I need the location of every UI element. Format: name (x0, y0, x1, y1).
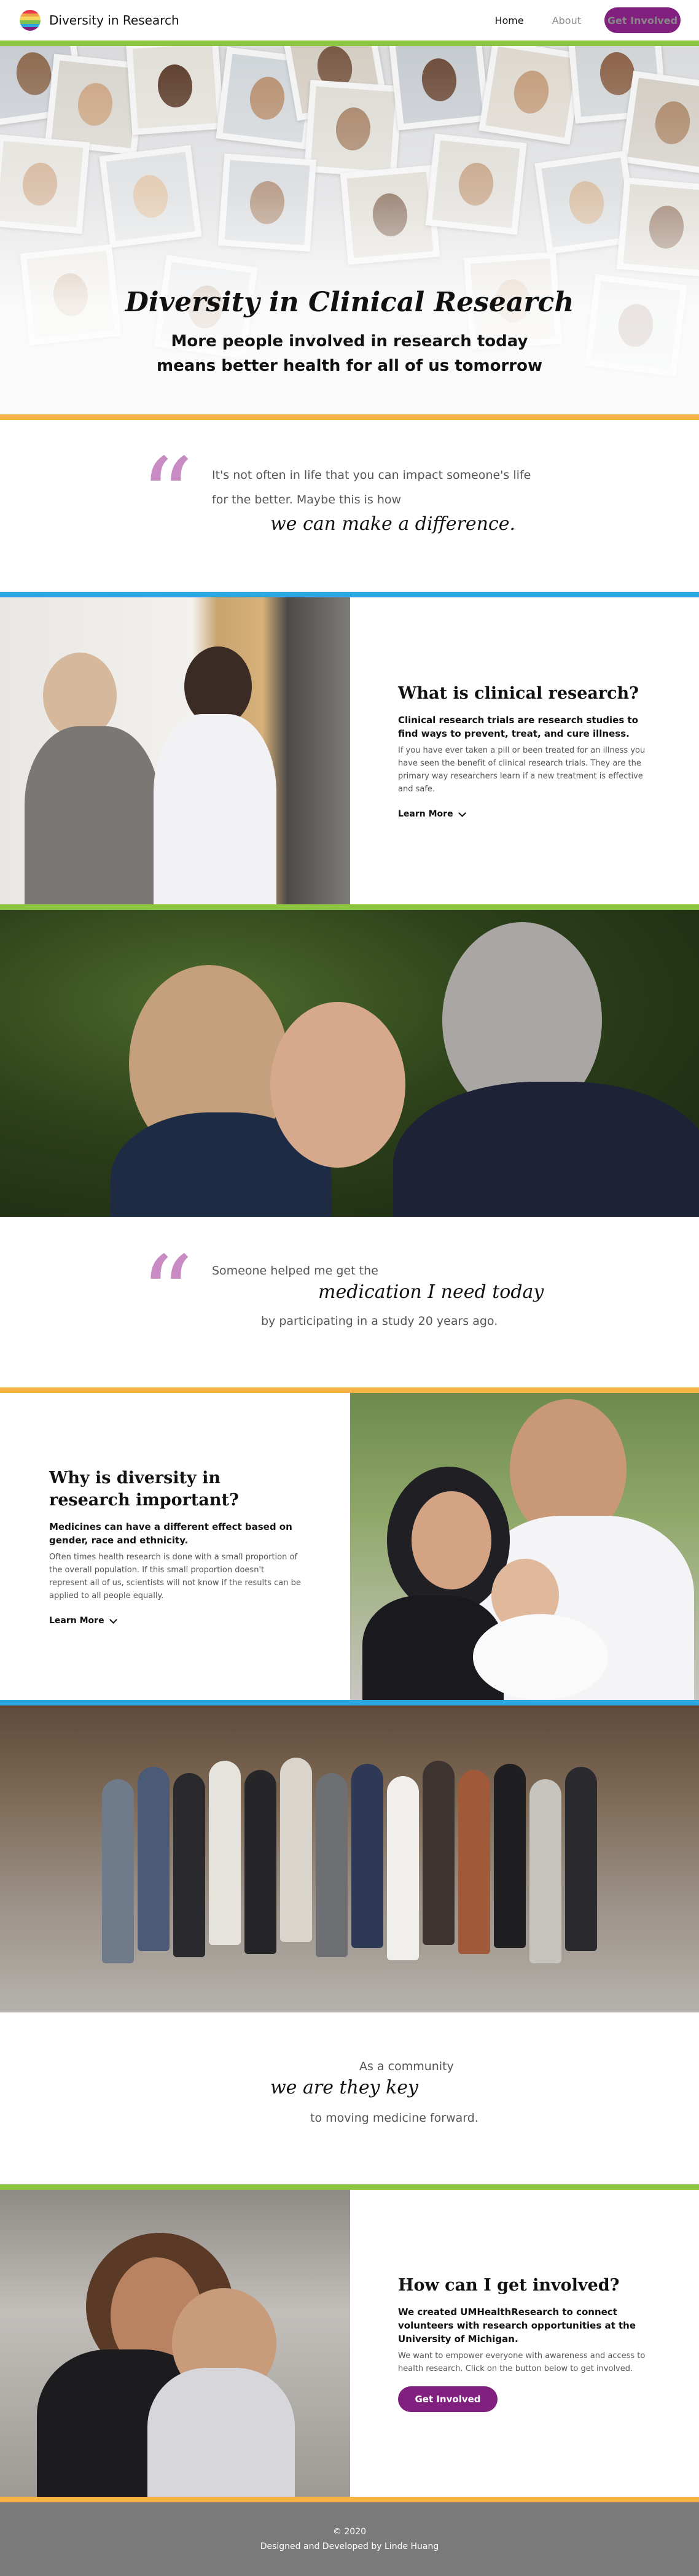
hero-text: Diversity in Clinical Research More peop… (0, 287, 699, 378)
get-involved-section: How can I get involved? We created UMHea… (0, 2190, 699, 2497)
nav-about-link[interactable]: About (552, 15, 581, 26)
quote-text-start: Someone helped me get the (212, 1264, 378, 1278)
hero: Diversity in Clinical Research More peop… (0, 46, 699, 414)
divider-orange (0, 2497, 699, 2502)
learn-more-link[interactable]: Learn More (398, 809, 656, 819)
nav-home-link[interactable]: Home (494, 15, 523, 26)
divider-green (0, 41, 699, 46)
brand[interactable]: Diversity in Research (20, 10, 179, 31)
section-text: How can I get involved? We created UMHea… (350, 2190, 699, 2497)
mother-and-child-image (0, 2190, 350, 2497)
section-body: We want to empower everyone with awarene… (398, 2351, 646, 2373)
quote-text-end: to moving medicine forward. (310, 2111, 478, 2125)
quote-mark-icon: “ (140, 436, 193, 557)
section-lead: Medicines can have a different effect ba… (49, 1521, 292, 1546)
doctor-with-patient-image (0, 597, 350, 904)
brand-name: Diversity in Research (49, 13, 179, 28)
quote-section-2: “ Someone helped me get the medication I… (0, 1217, 699, 1387)
quote-highlight: medication I need today (313, 1281, 549, 1303)
quote-section-3: As a community we are they key to moving… (0, 2012, 699, 2184)
community-group-photo-image (0, 1705, 699, 2012)
divider-green (0, 904, 699, 910)
divider-blue (0, 592, 699, 597)
site-footer: © 2020 Designed and Developed by Linde H… (0, 2502, 699, 2576)
divider-orange (0, 414, 699, 420)
rainbow-logo-icon (20, 10, 41, 31)
quote-highlight: we are they key (265, 2077, 423, 2098)
get-involved-button[interactable]: Get Involved (604, 7, 681, 33)
quote-text-start: As a community (359, 2060, 454, 2073)
family-with-baby-image (350, 1393, 699, 1700)
section-text: What is clinical research? Clinical rese… (350, 597, 699, 904)
quote-highlight: we can make a difference. (265, 513, 521, 535)
section-lead: Clinical research trials are research st… (398, 715, 638, 739)
copyright: © 2020 (332, 2527, 367, 2537)
what-is-clinical-research-section: What is clinical research? Clinical rese… (0, 597, 699, 904)
hero-subtitle: More people involved in research today m… (156, 332, 542, 375)
quote-text: It's not often in life that you can impa… (212, 468, 531, 506)
quote-mark-icon: “ (140, 1234, 193, 1356)
quote-text-end: by participating in a study 20 years ago… (261, 1314, 498, 1328)
section-text: Why is diversity in research important? … (0, 1393, 350, 1700)
chevron-down-icon (109, 1615, 117, 1624)
section-title: Why is diversity in research important? (49, 1468, 239, 1510)
learn-more-link[interactable]: Learn More (49, 1615, 301, 1626)
quote-section-1: “ It's not often in life that you can im… (0, 420, 699, 592)
section-title: How can I get involved? (398, 2276, 620, 2295)
chevron-down-icon (458, 809, 466, 817)
section-body: Often times health research is done with… (49, 1553, 301, 1600)
get-involved-button[interactable]: Get Involved (398, 2386, 498, 2412)
section-title: What is clinical research? (398, 684, 639, 703)
site-header: Diversity in Research Home About Get Inv… (0, 0, 699, 41)
family-photo-image (0, 910, 699, 1217)
credit: Designed and Developed by Linde Huang (260, 2542, 439, 2551)
divider-green (0, 2184, 699, 2190)
divider-blue (0, 1700, 699, 1705)
hero-title: Diversity in Clinical Research (125, 287, 574, 318)
divider-orange (0, 1387, 699, 1393)
main-nav: Home About Get Involved (494, 7, 681, 33)
section-body: If you have ever taken a pill or been tr… (398, 746, 646, 794)
why-diversity-section: Why is diversity in research important? … (0, 1393, 699, 1700)
section-lead: We created UMHealthResearch to connect v… (398, 2306, 636, 2345)
